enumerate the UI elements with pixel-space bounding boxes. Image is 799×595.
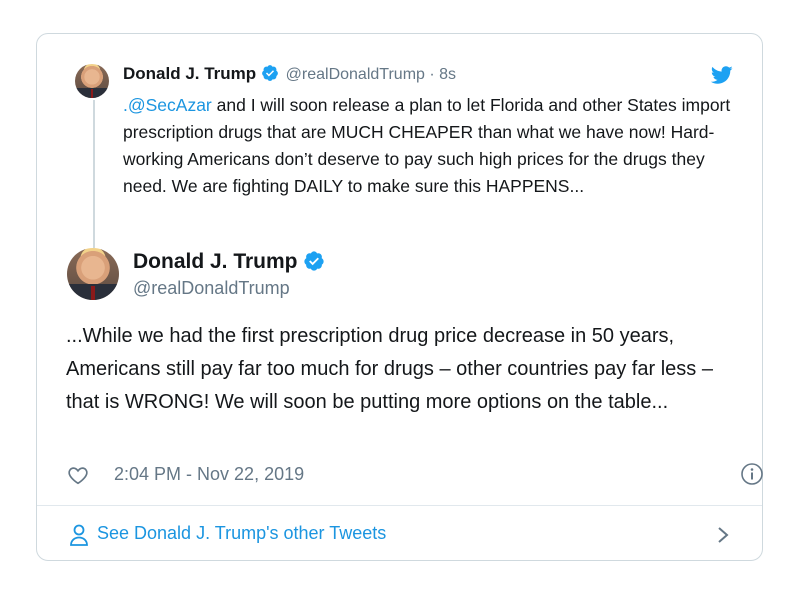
main-author-name-row[interactable]: Donald J. Trump [133,250,325,274]
other-tweets-footer[interactable]: See Donald J. Trump's other Tweets [37,506,762,561]
main-author-name[interactable]: Donald J. Trump [133,250,298,273]
verified-badge-icon [262,65,278,81]
main-tweet-text: ...While we had the first prescription d… [66,325,713,413]
tweet-timestamp[interactable]: 2:04 PM - Nov 22, 2019 [114,464,304,485]
info-icon[interactable] [740,462,764,486]
quoted-author-avatar[interactable] [75,64,109,98]
verified-badge-icon [304,251,324,271]
quoted-author-handle-time[interactable]: @realDonaldTrump · 8s [286,66,456,83]
person-icon [70,524,88,546]
chevron-right-icon[interactable] [716,524,730,546]
quoted-tweet-header: Donald J. Trump @realDonaldTrump · 8s [123,64,456,84]
tweet-meta-row: 2:04 PM - Nov 22, 2019 [66,462,763,488]
see-other-tweets-link[interactable]: See Donald J. Trump's other Tweets [97,523,386,544]
quoted-tweet-body: and I will soon release a plan to let Fl… [123,95,731,196]
quoted-author-name[interactable]: Donald J. Trump [123,64,256,83]
thread-connector-line [93,100,95,248]
mention-link[interactable]: .@SecAzar [123,95,212,115]
twitter-bird-icon[interactable] [710,64,734,86]
main-author-handle[interactable]: @realDonaldTrump [133,278,290,299]
quoted-tweet-text: .@SecAzar and I will soon release a plan… [123,92,743,200]
main-author-avatar[interactable] [67,248,119,300]
tweet-embed-card: Donald J. Trump @realDonaldTrump · 8s .@… [36,33,763,561]
heart-icon[interactable] [66,464,90,486]
